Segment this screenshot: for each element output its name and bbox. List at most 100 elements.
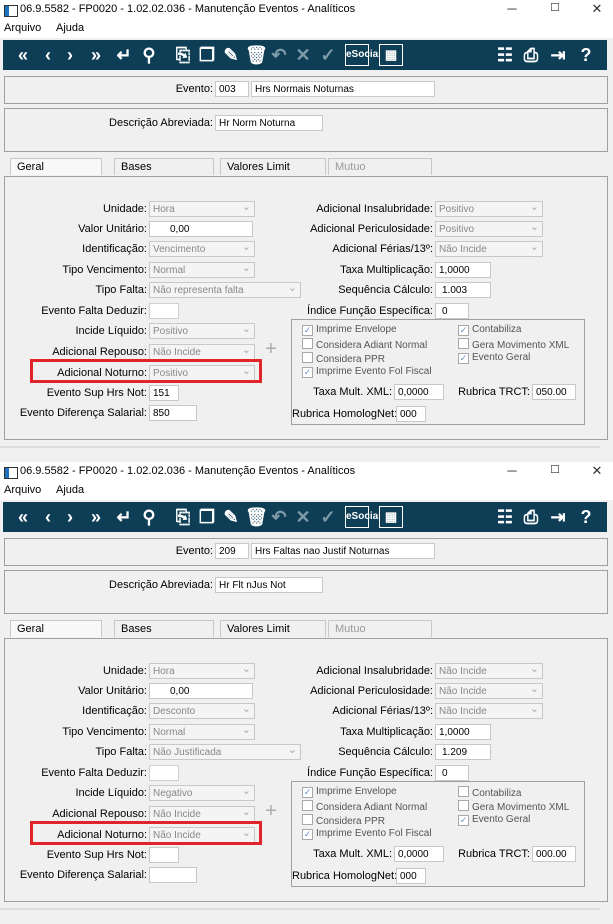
periculosidade-select[interactable]: Não Incide (435, 683, 543, 699)
ferias-select[interactable]: Não Incide (435, 241, 543, 257)
delete-icon[interactable]: 🗑 (245, 43, 268, 67)
search-icon[interactable]: ⚲ (139, 505, 159, 529)
copy-icon[interactable]: ❐ (197, 505, 217, 529)
insalubridade-select[interactable]: Positivo (435, 201, 543, 217)
print-icon[interactable]: ⎙ (521, 505, 541, 529)
add-icon[interactable]: + (261, 339, 281, 359)
minimize-icon[interactable]: ─ (497, 463, 527, 481)
checkbox-evento-geral[interactable]: ✓ (458, 815, 469, 826)
last-icon[interactable]: » (83, 43, 109, 67)
confirm-icon[interactable]: ✓ (317, 505, 339, 529)
checkbox-contabiliza[interactable]: ✓ (458, 325, 469, 336)
menu-ajuda[interactable]: Ajuda (56, 22, 84, 34)
periculosidade-select[interactable]: Positivo (435, 221, 543, 237)
prev-icon[interactable]: ‹ (39, 43, 57, 67)
taxa-multiplicacao-field[interactable]: 1,0000 (435, 724, 491, 740)
adicional-repouso-select[interactable]: Não Incide (149, 344, 255, 360)
check-evento-geral[interactable]: ✓ Evento Geral (458, 814, 530, 826)
check-gera-xml[interactable]: Gera Movimento XML (458, 800, 569, 813)
check-considera-ppr[interactable]: Considera PPR (302, 814, 385, 827)
next-icon[interactable]: › (61, 505, 79, 529)
tab-mutuo[interactable]: Mutuo (328, 620, 432, 637)
edit-icon[interactable]: ✎ (221, 505, 241, 529)
indice-funcao-field[interactable]: 0 (435, 303, 469, 319)
check-gera-xml[interactable]: Gera Movimento XML (458, 338, 569, 351)
tree-icon[interactable]: ☷ (495, 505, 515, 529)
menu-ajuda[interactable]: Ajuda (56, 484, 84, 496)
first-icon[interactable]: « (9, 43, 37, 67)
return-icon[interactable]: ↵ (113, 505, 135, 529)
check-imprime-fol[interactable]: ✓ Imprime Evento Fol Fiscal (302, 366, 432, 378)
descricao-field[interactable]: Hr Norm Noturna (215, 115, 323, 131)
sequencia-calculo-field[interactable]: 1.003 (435, 282, 491, 298)
evento-name-field[interactable]: Hrs Normais Noturnas (251, 81, 435, 97)
diferenca-salarial-field[interactable] (149, 867, 197, 883)
checkbox-considera-ppr[interactable] (302, 814, 313, 825)
unidade-select[interactable]: Hora (149, 663, 255, 679)
checkbox-imprime-envelope[interactable]: ✓ (302, 787, 313, 798)
falta-deduzir-field[interactable] (149, 303, 179, 319)
check-contabiliza[interactable]: ✓ Contabiliza (458, 324, 521, 336)
checkbox-considera-adiant[interactable] (302, 338, 313, 349)
falta-deduzir-field[interactable] (149, 765, 179, 781)
tab-geral[interactable]: Geral (10, 158, 102, 175)
help-icon[interactable]: ? (575, 505, 597, 529)
check-imprime-envelope[interactable]: ✓ Imprime Envelope (302, 324, 397, 336)
rubrica-trct-field[interactable]: 000.00 (532, 846, 576, 862)
valor-unitario-field[interactable]: 0,00 (149, 683, 253, 699)
tab-bases[interactable]: Bases (114, 620, 214, 637)
tab-valores-limit[interactable]: Valores Limit (220, 158, 326, 175)
checkbox-gera-xml[interactable] (458, 338, 469, 349)
evento-code-field[interactable]: 003 (215, 81, 249, 97)
sup-hrs-not-field[interactable]: 151 (149, 385, 179, 401)
incide-liquido-select[interactable]: Negativo (149, 785, 255, 801)
add-icon[interactable]: + (261, 801, 281, 821)
edit-icon[interactable]: ✎ (221, 43, 241, 67)
evento-code-field[interactable]: 209 (215, 543, 249, 559)
checkbox-imprime-fol[interactable]: ✓ (302, 829, 313, 840)
adicional-repouso-select[interactable]: Não Incide (149, 806, 255, 822)
rubrica-trct-field[interactable]: 050.00 (532, 384, 576, 400)
help-icon[interactable]: ? (575, 43, 597, 67)
undo-icon[interactable]: ↶ (269, 505, 289, 529)
menu-arquivo[interactable]: Arquivo (4, 22, 41, 34)
close-icon[interactable]: ✕ (582, 1, 612, 19)
homolognet-field[interactable]: 000 (396, 868, 426, 884)
sequencia-calculo-field[interactable]: 1.209 (435, 744, 491, 760)
calendar-icon[interactable]: ▦ (379, 506, 403, 528)
new-icon[interactable]: ⎘ (173, 505, 193, 529)
next-icon[interactable]: › (61, 43, 79, 67)
taxa-xml-field[interactable]: 0,0000 (394, 384, 444, 400)
descricao-field[interactable]: Hr Flt nJus Not (215, 577, 323, 593)
check-evento-geral[interactable]: ✓ Evento Geral (458, 352, 530, 364)
maximize-icon[interactable]: ☐ (540, 463, 570, 481)
esocial-icon[interactable]: eSocial (345, 506, 381, 528)
horizontal-scrollbar[interactable] (0, 908, 600, 910)
tab-valores-limit[interactable]: Valores Limit (220, 620, 326, 637)
confirm-icon[interactable]: ✓ (317, 43, 339, 67)
sup-hrs-not-field[interactable] (149, 847, 179, 863)
tab-mutuo[interactable]: Mutuo (328, 158, 432, 175)
check-considera-adiant[interactable]: Considera Adiant Normal (302, 338, 427, 351)
taxa-multiplicacao-field[interactable]: 1,0000 (435, 262, 491, 278)
cancel-icon[interactable]: ✕ (293, 43, 313, 67)
prev-icon[interactable]: ‹ (39, 505, 57, 529)
checkbox-considera-ppr[interactable] (302, 352, 313, 363)
checkbox-imprime-envelope[interactable]: ✓ (302, 325, 313, 336)
cancel-icon[interactable]: ✕ (293, 505, 313, 529)
check-considera-ppr[interactable]: Considera PPR (302, 352, 385, 365)
tipo-vencimento-select[interactable]: Normal (149, 724, 255, 740)
menu-arquivo[interactable]: Arquivo (4, 484, 41, 496)
diferenca-salarial-field[interactable]: 850 (149, 405, 197, 421)
checkbox-contabiliza[interactable] (458, 786, 469, 797)
check-imprime-envelope[interactable]: ✓ Imprime Envelope (302, 786, 397, 798)
calendar-icon[interactable]: ▦ (379, 44, 403, 66)
first-icon[interactable]: « (9, 505, 37, 529)
new-icon[interactable]: ⎘ (173, 43, 193, 67)
copy-icon[interactable]: ❐ (197, 43, 217, 67)
esocial-icon[interactable]: eSocial (345, 44, 381, 66)
homolognet-field[interactable]: 000 (396, 406, 426, 422)
delete-icon[interactable]: 🗑 (245, 505, 268, 529)
taxa-xml-field[interactable]: 0,0000 (394, 846, 444, 862)
checkbox-gera-xml[interactable] (458, 800, 469, 811)
